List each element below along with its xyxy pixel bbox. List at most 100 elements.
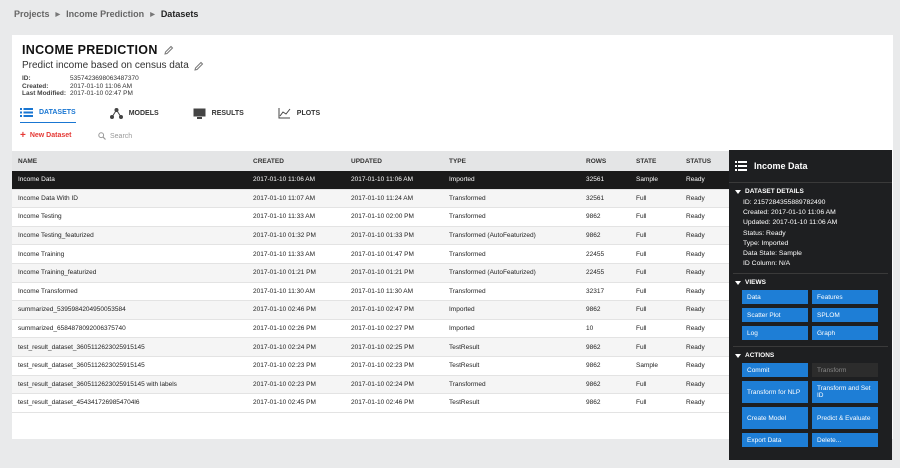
meta-created: Created: 2017-01-10 11:06 AM <box>22 82 133 90</box>
table-row[interactable]: Income Data With ID 2017-01-10 11:07 AM 20… <box>12 189 730 209</box>
cell-state: Full <box>636 194 647 202</box>
table-row[interactable]: Income Training 2017-01-10 11:33 AM 2017-0… <box>12 245 730 264</box>
dataset-details-panel: Income Data DATASET DETAILS ID: 21572843… <box>729 150 892 460</box>
view-splom-button[interactable]: SPLOM <box>812 308 878 323</box>
tab-bar: DATASETS MODELS RESULTS PLOTS <box>20 107 320 123</box>
cell-type: Imported <box>449 176 475 184</box>
cell-type: Transformed <box>449 194 486 202</box>
caret-down-icon <box>735 353 741 358</box>
cell-status: Ready <box>686 362 705 370</box>
action-transform-and-set-id-button[interactable]: Transform and Set ID <box>812 381 878 404</box>
cell-status: Ready <box>686 213 705 221</box>
detail-line: ID: 2157284355889782490 <box>743 199 826 206</box>
breadcrumb-current: Datasets <box>160 9 199 19</box>
cell-name: Income Training <box>18 250 65 258</box>
table-row[interactable]: test_result_dataset_3605112623025915145 2… <box>12 338 730 357</box>
col-rows[interactable]: ROWS <box>580 158 630 165</box>
table-row[interactable]: test_result_dataset_4543417269854704l6 20… <box>12 394 730 413</box>
view-data-button[interactable]: Data <box>742 290 808 305</box>
view-scatter-plot-button[interactable]: Scatter Plot <box>742 308 808 323</box>
cell-state: Full <box>636 399 647 407</box>
cell-created: 2017-01-10 01:21 PM <box>253 269 316 277</box>
tab-results[interactable]: RESULTS <box>193 107 244 123</box>
cell-type: Transformed <box>449 213 486 221</box>
table-row[interactable]: test_result_dataset_3605112623025915145 … <box>12 375 730 395</box>
table-row[interactable]: Income Testing 2017-01-10 11:33 AM 2017-01… <box>12 208 730 227</box>
view-log-button[interactable]: Log <box>742 326 808 341</box>
cell-rows: 9862 <box>586 213 601 221</box>
cell-created: 2017-01-10 11:33 AM <box>253 213 316 221</box>
cell-updated: 2017-01-10 11:24 AM <box>351 194 414 202</box>
col-created[interactable]: CREATED <box>247 158 345 165</box>
cell-updated: 2017-01-10 11:06 AM <box>351 176 414 184</box>
cell-type: TestResult <box>449 399 480 407</box>
edit-title-icon[interactable] <box>163 45 174 55</box>
cell-created: 2017-01-10 11:30 AM <box>253 287 316 295</box>
action-export-data-button[interactable]: Export Data <box>742 433 808 448</box>
detail-line: Updated: 2017-01-10 11:06 AM <box>743 219 838 227</box>
table-row[interactable]: summarized_6584878092006375740 2017-01-10… <box>12 320 730 339</box>
cell-name: Income Transformed <box>18 287 78 295</box>
action-create-model-button[interactable]: Create Model <box>742 407 808 430</box>
chevron-right-icon: ▶ <box>150 11 155 18</box>
views-buttons: Data Features Scatter Plot SPLOM Log Graph <box>729 286 892 341</box>
cell-status: Ready <box>686 325 705 333</box>
detail-line: Created: 2017-01-10 11:06 AM <box>743 209 836 217</box>
cell-rows: 22455 <box>586 250 605 258</box>
details-section-toggle[interactable]: DATASET DETAILS <box>729 188 892 195</box>
action-predict-evaluate-button[interactable]: Predict & Evaluate <box>812 407 878 430</box>
action-delete-button[interactable]: Delete... <box>812 433 878 448</box>
actions-section-toggle[interactable]: ACTIONS <box>729 352 892 359</box>
tab-models[interactable]: MODELS <box>109 107 159 123</box>
cell-updated: 2017-01-10 02:00 PM <box>351 213 414 221</box>
cell-status: Ready <box>686 232 705 240</box>
project-meta: ID: 5357423698063487370 Created: 2017-01-1… <box>22 75 139 98</box>
views-section-toggle[interactable]: VIEWS <box>729 279 892 286</box>
cell-type: Imported <box>449 325 475 333</box>
cell-rows: 22455 <box>586 269 605 277</box>
panel-title: Income Data <box>754 161 808 171</box>
breadcrumb-projects[interactable]: Projects <box>14 9 50 19</box>
tab-plots[interactable]: PLOTS <box>278 107 320 123</box>
cell-status: Ready <box>686 287 705 295</box>
cell-type: Transformed (AutoFeaturized) <box>449 269 536 277</box>
table-row[interactable]: Income Transformed 2017-01-10 11:30 AM 201… <box>12 283 730 302</box>
search-input[interactable]: Search <box>98 132 132 140</box>
table-row[interactable]: Income Testing_featurized 2017-01-10 01:3… <box>12 226 730 246</box>
view-graph-button[interactable]: Graph <box>812 326 878 341</box>
col-state[interactable]: STATE <box>630 158 680 165</box>
table-row[interactable]: Income Data 2017-01-10 11:06 AM 2017-01-10… <box>12 171 730 190</box>
project-description: Predict income based on census data <box>22 60 189 71</box>
cell-updated: 2017-01-10 02:47 PM <box>351 306 414 314</box>
cell-created: 2017-01-10 02:24 PM <box>253 343 316 351</box>
cell-state: Full <box>636 325 647 333</box>
action-transform-for-nlp-button[interactable]: Transform for NLP <box>742 381 808 404</box>
col-type[interactable]: TYPE <box>443 158 580 165</box>
action-commit-button[interactable]: Commit <box>742 363 808 378</box>
col-updated[interactable]: UPDATED <box>345 158 443 165</box>
cell-updated: 2017-01-10 01:47 PM <box>351 250 414 258</box>
cell-updated: 2017-01-10 02:24 PM <box>351 380 414 388</box>
table-row[interactable]: test_result_dataset_3605112623025915145 2… <box>12 357 730 376</box>
tab-datasets[interactable]: DATASETS <box>20 107 76 123</box>
edit-description-icon[interactable] <box>194 61 204 71</box>
cell-updated: 2017-01-10 11:30 AM <box>351 287 414 295</box>
cell-type: Transformed <box>449 250 486 258</box>
table-row[interactable]: Income Training_featurized 2017-01-10 01:… <box>12 263 730 283</box>
cell-type: Transformed (AutoFeaturized) <box>449 232 536 240</box>
view-features-button[interactable]: Features <box>812 290 878 305</box>
cell-name: summarized_5395984204950053584 <box>18 306 126 314</box>
cell-status: Ready <box>686 306 705 314</box>
cell-state: Full <box>636 269 647 277</box>
cell-status: Ready <box>686 176 705 184</box>
table-row[interactable]: summarized_5395984204950053584 2017-01-10… <box>12 301 730 320</box>
cell-type: Transformed <box>449 287 486 295</box>
breadcrumb-project[interactable]: Income Prediction <box>66 9 144 19</box>
cell-name: summarized_6584878092006375740 <box>18 325 126 333</box>
actions-buttons: Commit Transform Transform for NLP Transfor… <box>729 359 892 448</box>
col-status[interactable]: STATUS <box>680 158 730 165</box>
col-name[interactable]: NAME <box>12 158 247 165</box>
cell-state: Sample <box>636 176 659 184</box>
cell-name: Income Data <box>18 176 55 184</box>
new-dataset-button[interactable]: + New Dataset <box>20 131 71 141</box>
